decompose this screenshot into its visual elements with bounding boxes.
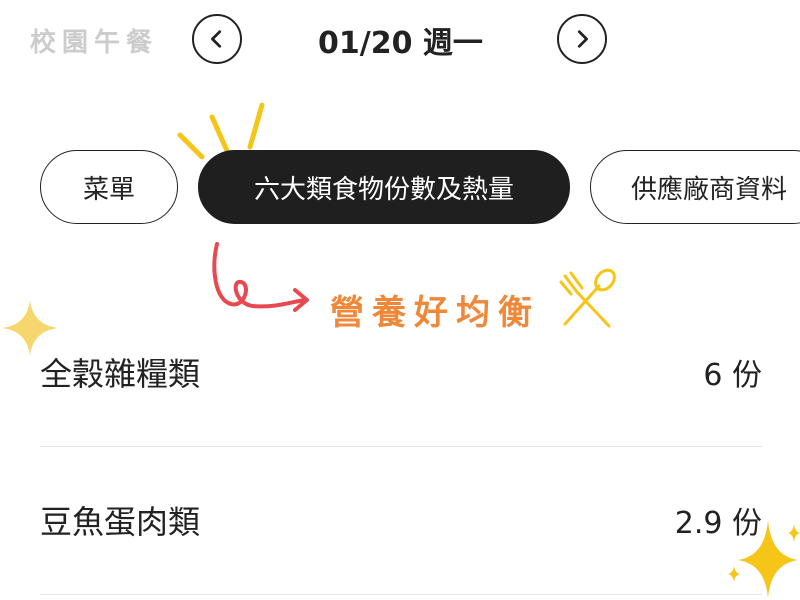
curly-arrow-icon <box>212 242 309 312</box>
fork-spoon-icon <box>559 268 616 328</box>
slogan-text: 營養好均衡 <box>330 293 540 333</box>
row-divider <box>40 446 762 447</box>
food-group-name: 豆魚蛋肉類 <box>40 503 201 541</box>
prev-day-button[interactable] <box>192 14 242 64</box>
food-group-amount: 6 份 <box>703 358 762 393</box>
next-day-button[interactable] <box>557 14 607 64</box>
app-title: 校園午餐 <box>30 28 159 58</box>
tab-menu[interactable]: 菜單 <box>40 150 178 224</box>
food-group-row: 全穀雜糧類 6 份 <box>40 342 762 402</box>
food-group-row: 豆魚蛋肉類 2.9 份 <box>40 490 762 550</box>
date-label: 01/20 週一 <box>318 26 483 61</box>
chevron-right-icon <box>577 30 588 48</box>
sparkle-icon <box>728 520 800 598</box>
tab-supplier-info[interactable]: 供應廠商資料 <box>590 150 800 224</box>
row-divider <box>40 594 762 595</box>
tab-six-food-groups[interactable]: 六大類食物份數及熱量 <box>198 150 570 224</box>
food-group-name: 全穀雜糧類 <box>40 355 201 393</box>
chevron-left-icon <box>211 30 222 48</box>
